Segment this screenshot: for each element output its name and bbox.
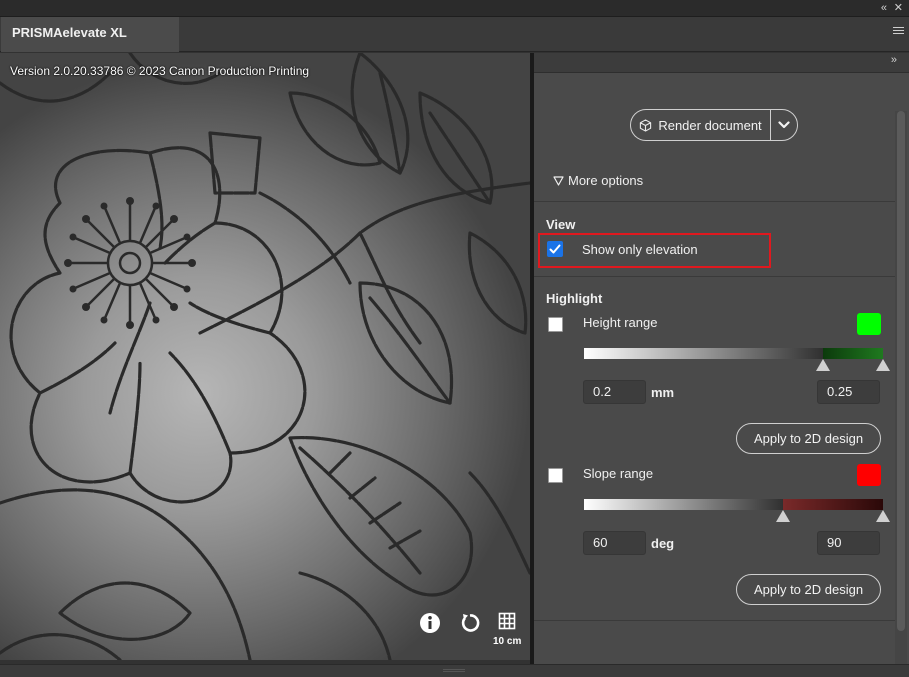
grid-icon[interactable] xyxy=(498,612,516,630)
expand-panel-icon[interactable]: » xyxy=(891,54,897,66)
cube-icon xyxy=(640,118,652,132)
slope-min-handle[interactable] xyxy=(776,510,790,522)
close-icon[interactable]: ✕ xyxy=(894,1,903,15)
separator xyxy=(534,276,896,277)
panel-menu-icon[interactable] xyxy=(893,27,904,37)
render-document-split-button: Render document xyxy=(630,109,798,141)
separator xyxy=(534,201,896,202)
slope-gradient-bar xyxy=(584,499,783,510)
slope-max-handle[interactable] xyxy=(876,510,890,522)
collapse-panel-icon[interactable]: « xyxy=(881,1,887,15)
scrollbar-thumb[interactable] xyxy=(897,111,905,631)
height-gradient-bar xyxy=(584,348,823,359)
slope-range-label: Slope range xyxy=(583,466,654,481)
height-range-checkbox[interactable] xyxy=(548,317,563,332)
reset-rotate-icon[interactable] xyxy=(459,612,481,634)
separator xyxy=(534,620,896,621)
render-document-label: Render document xyxy=(658,117,762,133)
elevation-preview-canvas[interactable]: Version 2.0.20.33786 © 2023 Canon Produc… xyxy=(0,53,530,660)
height-min-input[interactable]: 0.2 xyxy=(583,380,646,404)
resize-grip-icon[interactable] xyxy=(443,669,465,672)
height-min-handle[interactable] xyxy=(816,359,830,371)
height-range-label: Height range xyxy=(583,315,658,330)
apply-height-to-2d-button[interactable]: Apply to 2D design xyxy=(736,423,881,454)
height-max-handle[interactable] xyxy=(876,359,890,371)
slope-max-input[interactable]: 90 xyxy=(817,531,880,555)
panel-scrollbar[interactable] xyxy=(895,111,907,664)
apply-slope-to-2d-button[interactable]: Apply to 2D design xyxy=(736,574,881,605)
embossed-floral-pattern xyxy=(0,53,530,660)
show-only-elevation-checkbox[interactable] xyxy=(547,241,563,257)
slope-range-color-swatch[interactable] xyxy=(857,464,881,486)
height-unit-label: mm xyxy=(651,385,675,400)
more-options-label: More options xyxy=(568,173,644,188)
checkmark-icon xyxy=(549,244,561,254)
render-options-dropdown[interactable] xyxy=(771,110,797,140)
bottom-resize-bar[interactable] xyxy=(0,664,909,677)
show-only-elevation-label[interactable]: Show only elevation xyxy=(582,242,698,257)
scale-label: 10 cm xyxy=(493,636,522,647)
view-section-title: View xyxy=(546,217,576,232)
slope-min-input[interactable]: 60 xyxy=(583,531,646,555)
settings-panel: » Render document More options View Show… xyxy=(534,53,909,664)
more-options-toggle[interactable]: More options xyxy=(553,173,643,188)
tab-prismaelevate-preview[interactable]: PRISMAelevate XL Preview xyxy=(1,17,179,72)
panel-header: » xyxy=(534,53,909,73)
slope-unit-label: deg xyxy=(651,536,675,551)
slope-range-selection xyxy=(783,499,883,510)
height-range-selection xyxy=(823,348,883,359)
height-range-color-swatch[interactable] xyxy=(857,313,881,335)
chevron-down-icon xyxy=(778,121,790,129)
tab-bar: PRISMAelevate XL Preview xyxy=(0,17,909,72)
info-icon[interactable] xyxy=(419,612,441,634)
version-text: Version 2.0.20.33786 © 2023 Canon Produc… xyxy=(10,64,310,78)
render-document-button[interactable]: Render document xyxy=(631,110,771,140)
slope-range-checkbox[interactable] xyxy=(548,468,563,483)
height-max-input[interactable]: 0.25 xyxy=(817,380,880,404)
triangle-down-icon xyxy=(553,175,564,186)
highlight-section-title: Highlight xyxy=(546,291,603,306)
window-top-strip: « ✕ xyxy=(0,0,909,17)
